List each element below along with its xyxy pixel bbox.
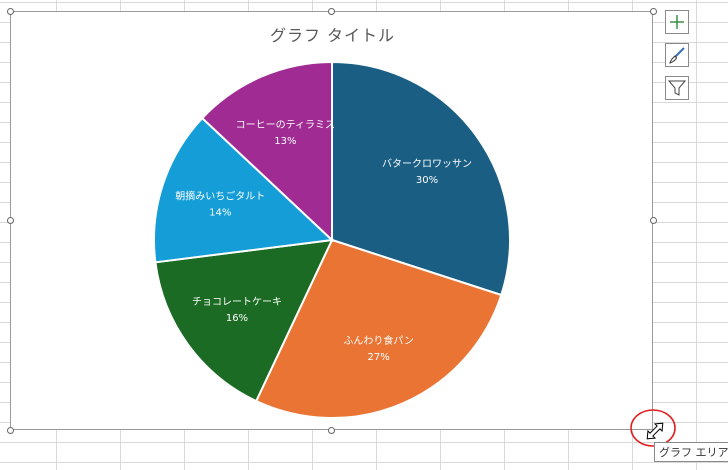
chart-filters-button[interactable] [665,76,689,100]
plus-icon [670,15,684,29]
data-label-category: コーヒーのティラミス [236,119,335,131]
tooltip: グラフ エリア [654,442,728,462]
resize-handle-middle-right[interactable] [650,217,657,224]
data-label-category: ふんわり食パン [343,334,414,347]
resize-handle-middle-left[interactable] [7,217,14,224]
data-label-category: バタークロワッサン [382,158,472,170]
data-label-category: チョコレートケーキ [192,296,282,308]
chart-area[interactable]: グラフ タイトル バタークロワッサン 30% ふんわり食パン 27% チョコレートケーキ… [10,11,653,430]
data-label-category: 朝摘みいちごタルト [175,190,265,203]
resize-handle-bottom-left[interactable] [7,427,14,434]
data-label-percent: 14% [209,208,231,219]
resize-handle-top-left[interactable] [7,8,14,15]
chart-styles-button[interactable] [665,43,689,67]
chart-elements-button[interactable] [665,10,689,34]
resize-handle-top-middle[interactable] [328,8,335,15]
filter-icon [668,80,686,96]
resize-handle-top-right[interactable] [650,8,657,15]
resize-handle-bottom-middle[interactable] [328,427,335,434]
data-label-percent: 30% [416,175,438,186]
data-label-percent: 13% [274,136,296,147]
diagonal-resize-cursor-icon [646,422,664,440]
brush-icon [669,47,685,64]
data-label-percent: 27% [368,352,390,363]
data-label-percent: 16% [226,313,248,324]
pie-chart[interactable]: バタークロワッサン 30% ふんわり食パン 27% チョコレートケーキ 16% 朝摘みいちご… [11,12,654,431]
